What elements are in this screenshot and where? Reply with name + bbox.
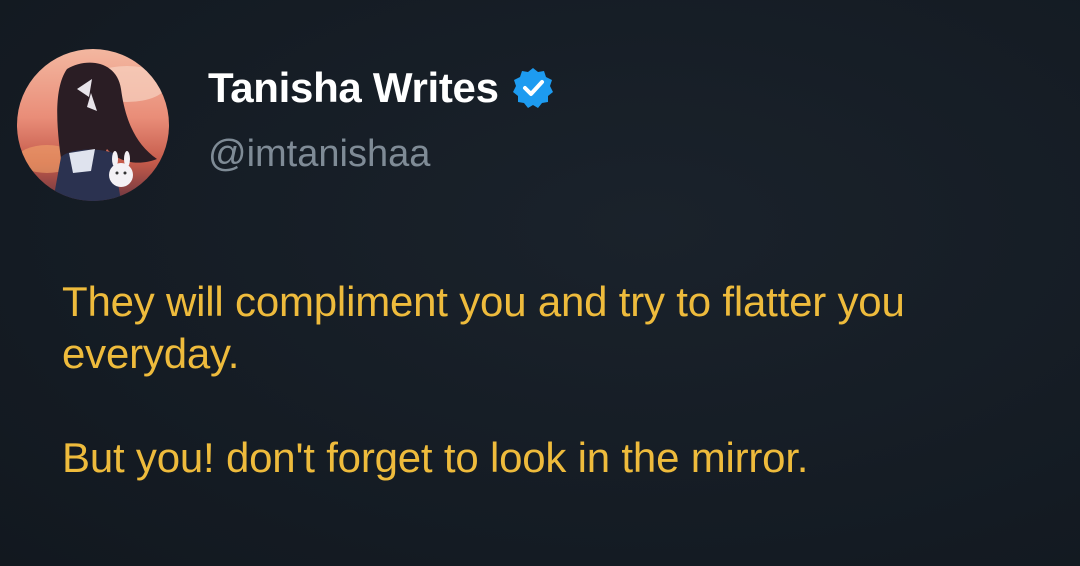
- author-name-row: Tanisha Writes: [208, 60, 555, 116]
- tweet-text: They will compliment you and try to flat…: [62, 276, 1062, 484]
- tweet-paragraph-1: They will compliment you and try to flat…: [62, 278, 917, 377]
- author-display-name[interactable]: Tanisha Writes: [208, 60, 499, 116]
- verified-badge-icon: [511, 66, 555, 110]
- author-handle[interactable]: @imtanishaa: [208, 130, 430, 178]
- tweet-card: Tanisha Writes @imtanishaa They will com…: [0, 0, 1080, 566]
- avatar[interactable]: [17, 49, 169, 201]
- tweet-paragraph-2: But you! don't forget to look in the mir…: [62, 434, 809, 481]
